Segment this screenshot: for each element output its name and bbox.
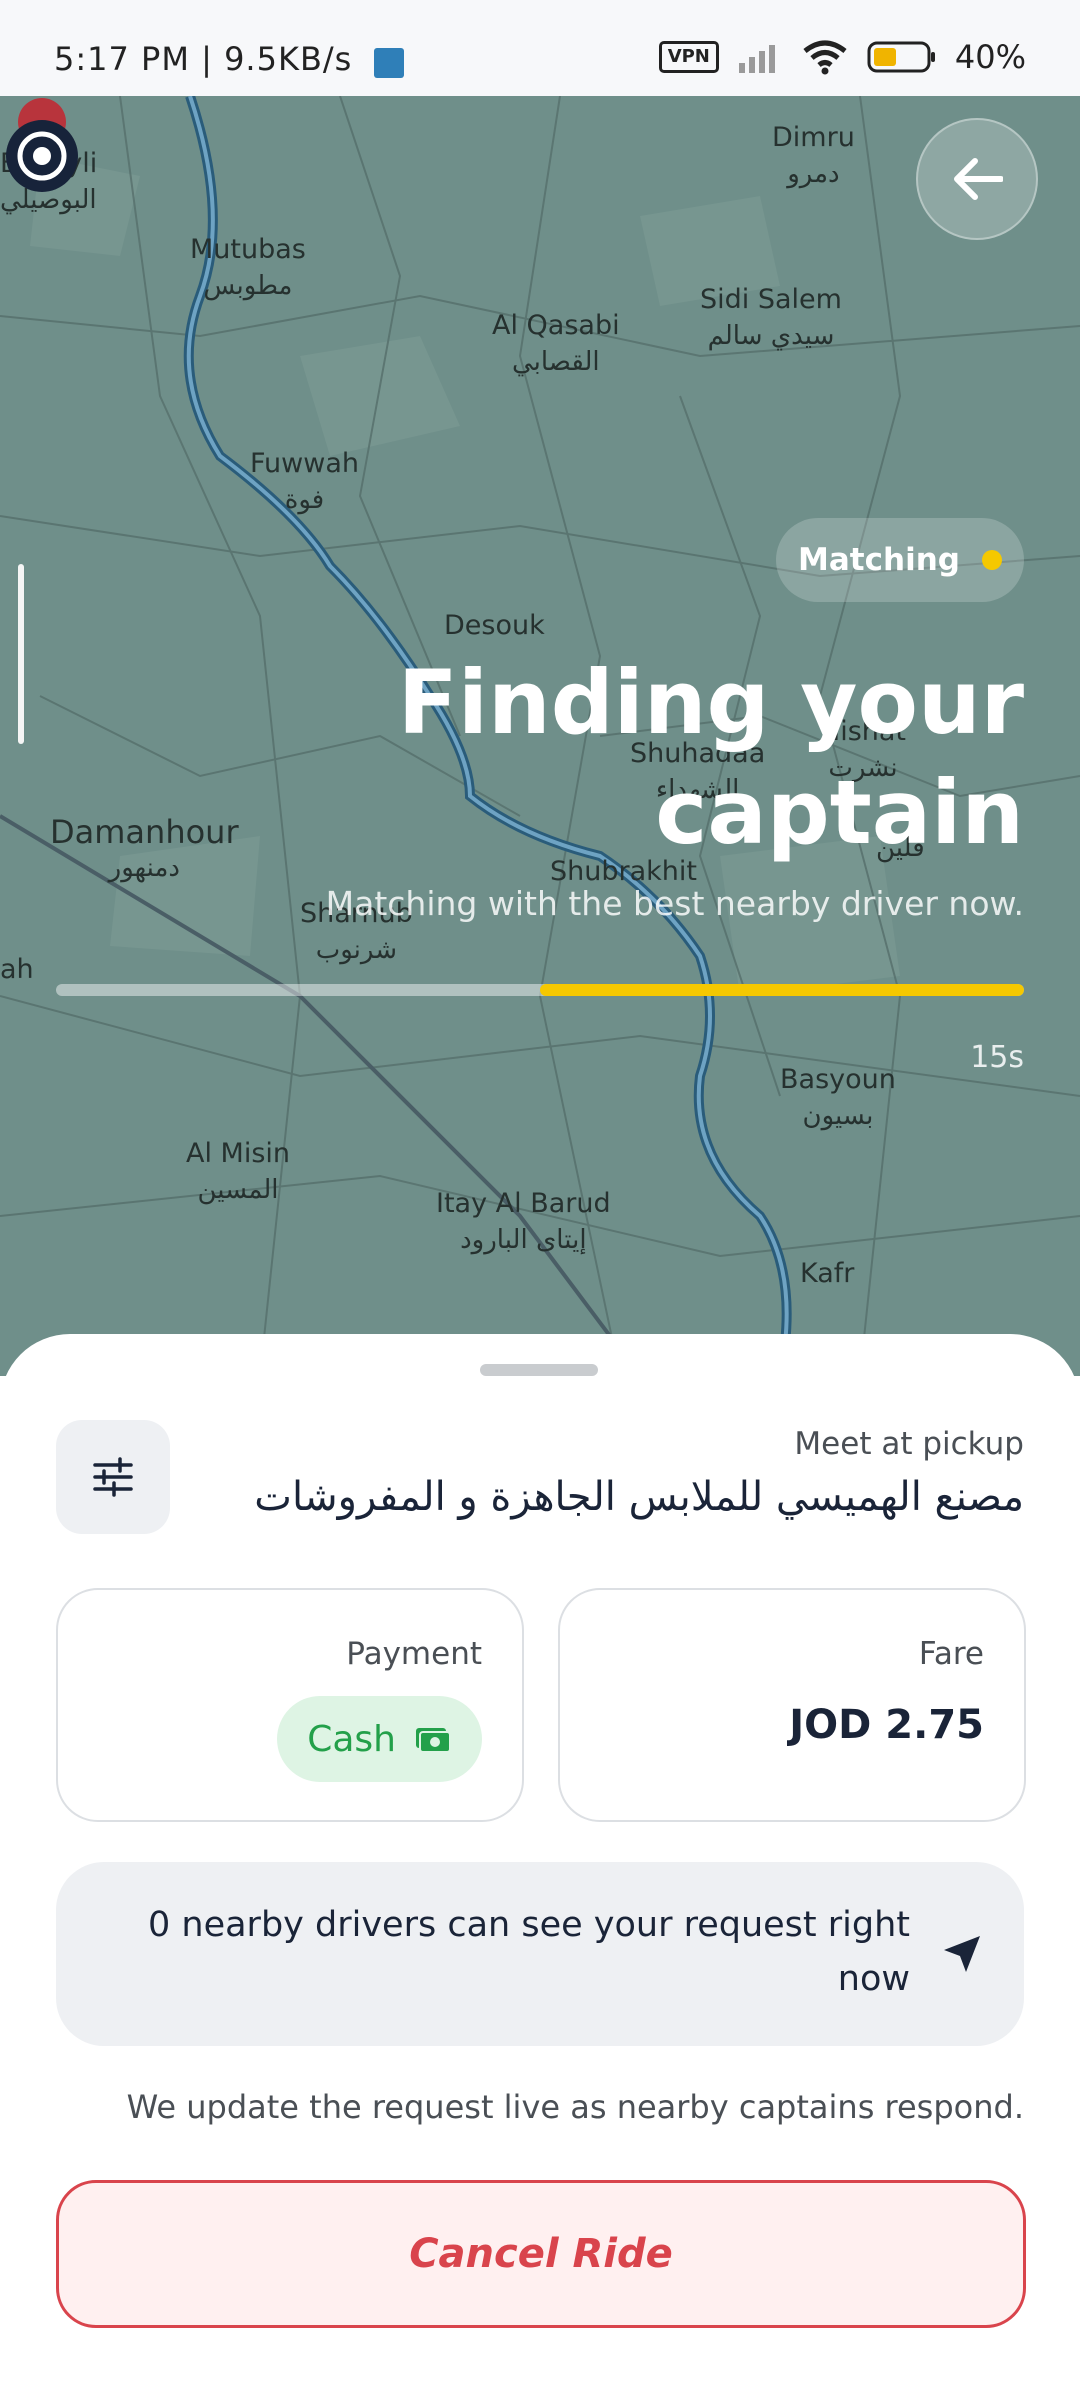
battery-percent: 40% — [954, 38, 1026, 76]
page-title: Finding your captain — [397, 651, 1024, 864]
map-place-label: Sidi Salem سيدي سالم — [700, 284, 842, 351]
matching-progress-fill — [540, 984, 1024, 996]
matching-status-badge: Matching — [776, 518, 1024, 602]
update-note: We update the request live as nearby cap… — [126, 2088, 1024, 2126]
map-place-label: Dimru دمرو — [772, 122, 855, 189]
battery-icon — [867, 41, 935, 73]
countdown-timer: 15s — [970, 1040, 1024, 1075]
fare-title: Fare — [918, 1636, 984, 1672]
payment-title: Payment — [346, 1636, 482, 1672]
map-place-label: Fuwwah فوة — [250, 448, 359, 515]
nearby-drivers-message: 0 nearby drivers can see your request ri… — [148, 1905, 910, 1999]
app-notification-icon — [374, 48, 404, 78]
status-dot-icon — [981, 550, 1002, 570]
pickup-address: مصنع الهميسي للملابس الجاهزة و المفروشات — [254, 1474, 1024, 1520]
map-place-label: Al Misin المسين — [186, 1138, 291, 1205]
vpn-icon: VPN — [658, 41, 719, 73]
status-bar: 5:17 PM | 9.5KB/s VPN 40% — [0, 0, 1080, 96]
fare-amount: JOD 2.75 — [789, 1702, 984, 1748]
signal-icon — [738, 45, 775, 73]
edge-swipe-handle[interactable] — [18, 564, 24, 744]
map-place-label: Basyoun بسيون — [780, 1064, 896, 1131]
cancel-ride-button[interactable]: Cancel Ride — [56, 2180, 1026, 2328]
map-place-label: Desouk — [444, 610, 545, 641]
arrow-left-icon — [954, 158, 1003, 200]
pickup-label: Meet at pickup — [794, 1426, 1024, 1462]
ride-bottom-sheet: Meet at pickup مصنع الهميسي للملابس الجا… — [0, 1334, 1080, 2400]
matching-progress-bar — [56, 984, 1024, 996]
payment-method-badge[interactable]: Cash — [277, 1696, 482, 1782]
map-place-label: ah — [0, 954, 34, 985]
back-button[interactable] — [916, 118, 1038, 240]
matching-label: Matching — [798, 542, 960, 578]
map-place-label: Itay Al Barud إيتاى البارود — [436, 1188, 611, 1255]
nearby-drivers-info: 0 nearby drivers can see your request ri… — [56, 1862, 1024, 2046]
payment-card[interactable]: Payment Cash — [56, 1588, 524, 1822]
sheet-drag-handle[interactable] — [480, 1364, 598, 1376]
payment-method-label: Cash — [307, 1718, 396, 1760]
map-place-label: Damanhour دمنهور — [50, 813, 239, 883]
map-place-label: Kafr — [800, 1258, 855, 1289]
status-icons: VPN 40% — [658, 38, 1026, 76]
navigation-arrow-icon — [944, 1936, 980, 1972]
pickup-pin-icon — [6, 98, 78, 192]
fare-card: Fare JOD 2.75 — [558, 1588, 1026, 1822]
cash-icon — [416, 1728, 451, 1753]
page-subtitle: Matching with the best nearby driver now… — [325, 884, 1024, 923]
status-time: 5:17 PM | 9.5KB/s — [54, 40, 353, 78]
map-place-label: Mutubas مطوبس — [190, 234, 306, 301]
wifi-icon — [803, 40, 847, 75]
map-place-label: Al Qasabi القصابي — [492, 310, 620, 377]
